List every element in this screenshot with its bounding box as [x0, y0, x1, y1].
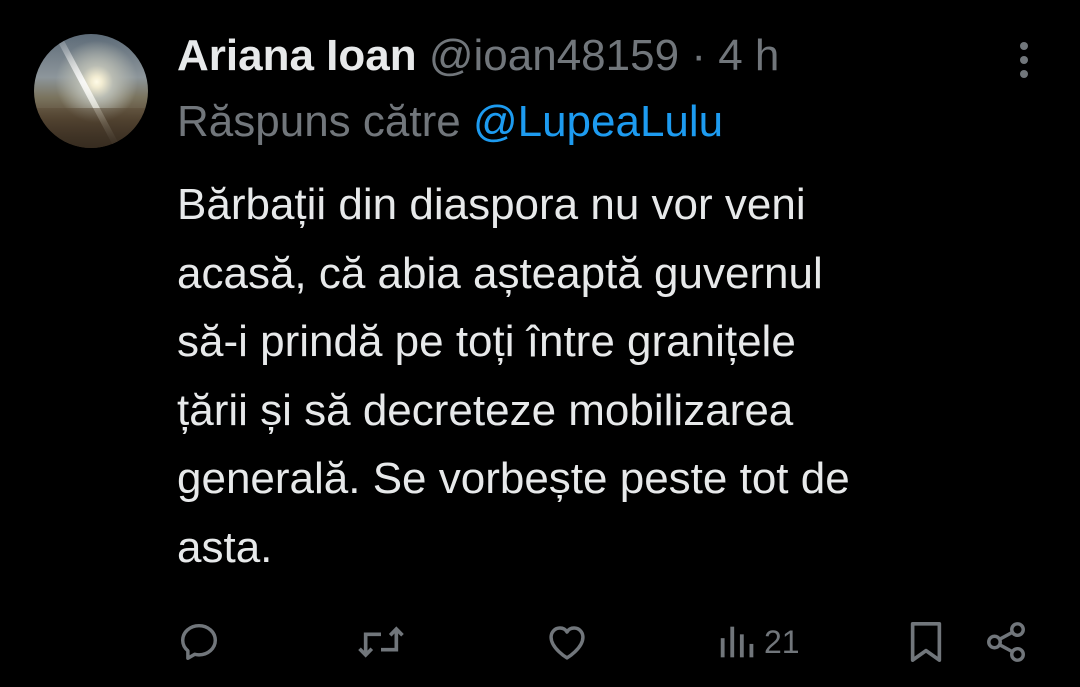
- tweet-header: Ariana Ioan @ioan48159 · 4 h: [177, 28, 779, 88]
- more-vertical-icon: [1020, 42, 1028, 50]
- reply-icon: [180, 623, 218, 661]
- share-icon: [987, 622, 1025, 662]
- avatar[interactable]: [34, 34, 148, 148]
- views-count: 21: [764, 623, 800, 660]
- views-icon: [720, 626, 754, 658]
- more-options-button[interactable]: [1010, 40, 1038, 80]
- retweet-icon: [358, 626, 404, 658]
- meta-separator: ·: [691, 31, 706, 80]
- tweet-text: Bărbații din diaspora nu vor veni acasă,…: [177, 180, 850, 572]
- more-dot: [1020, 56, 1028, 64]
- reply-button[interactable]: [176, 614, 222, 670]
- views-button[interactable]: 21: [718, 614, 800, 670]
- share-button[interactable]: [983, 614, 1029, 670]
- more-dot: [1020, 70, 1028, 78]
- like-button[interactable]: [544, 614, 590, 670]
- retweet-button[interactable]: [356, 614, 406, 670]
- reply-mention-link[interactable]: @LupeaLulu: [473, 97, 723, 146]
- reply-context: Răspuns către @LupeaLulu: [177, 94, 723, 150]
- tweet-actions: 21: [0, 614, 1080, 674]
- heart-icon: [549, 626, 585, 660]
- avatar-ground: [34, 108, 148, 148]
- reply-prefix: Răspuns către: [177, 97, 461, 146]
- tweet[interactable]: Ariana Ioan @ioan48159 · 4 h Răspuns căt…: [0, 0, 1080, 687]
- bookmark-button[interactable]: [905, 614, 947, 670]
- author-handle[interactable]: @ioan48159: [429, 31, 679, 80]
- bookmark-icon: [910, 622, 942, 662]
- tweet-time[interactable]: 4 h: [718, 31, 779, 80]
- author-name[interactable]: Ariana Ioan: [177, 31, 417, 80]
